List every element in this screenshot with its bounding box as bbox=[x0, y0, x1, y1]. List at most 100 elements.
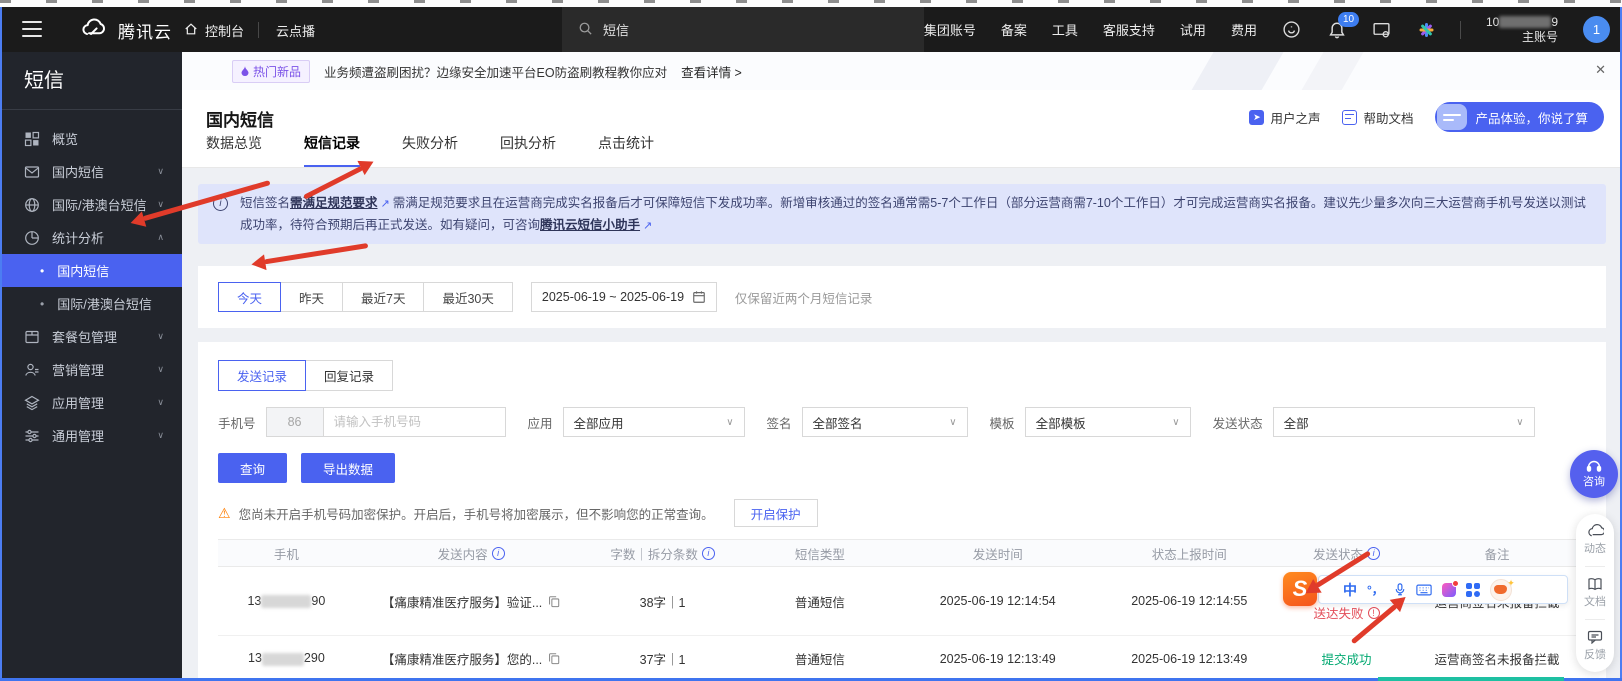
banner-detail-link[interactable]: 查看详情 > bbox=[681, 62, 742, 81]
user-voice-link[interactable]: ➤ 用户之声 bbox=[1249, 108, 1320, 127]
ime-toolbar[interactable]: S 中 °， ✦ bbox=[1318, 575, 1568, 604]
help-docs-label: 帮助文档 bbox=[1363, 108, 1413, 127]
tab-failure-analysis[interactable]: 失败分析 bbox=[402, 133, 458, 167]
sidebar-item-app-mgmt[interactable]: 应用管理 ∨ bbox=[0, 386, 182, 419]
tab-send-records[interactable]: 发送记录 bbox=[218, 360, 306, 391]
nav-group-account[interactable]: 集团账号 bbox=[924, 20, 976, 39]
copy-icon[interactable] bbox=[548, 652, 560, 665]
date-yesterday-button[interactable]: 昨天 bbox=[280, 282, 343, 312]
notification-bell-icon[interactable]: 10 bbox=[1327, 20, 1347, 40]
feed-button[interactable]: 动态 bbox=[1584, 524, 1606, 556]
info-icon[interactable]: i bbox=[702, 547, 715, 560]
copy-icon[interactable] bbox=[548, 595, 560, 608]
info-icon[interactable]: i bbox=[1367, 547, 1380, 560]
headset-icon bbox=[1586, 459, 1602, 472]
docs-button[interactable]: 文档 bbox=[1584, 577, 1606, 609]
ime-mode-chinese[interactable]: 中 bbox=[1343, 580, 1357, 600]
export-button[interactable]: 导出数据 bbox=[301, 453, 395, 483]
sidebar-item-marketing-mgmt[interactable]: 营销管理 ∨ bbox=[0, 353, 182, 386]
alert-requirement-link[interactable]: 需满足规范要求 bbox=[290, 196, 378, 210]
date-today-button[interactable]: 今天 bbox=[218, 282, 281, 312]
feed-label: 动态 bbox=[1584, 540, 1606, 556]
report-time: 2025-06-19 12:14:55 bbox=[1131, 594, 1247, 608]
alert-body: 需满足规范要求且在运营商完成实名报备后才可保障短信下发成功率。新增审核通过的签名… bbox=[240, 196, 1586, 232]
close-icon[interactable]: ✕ bbox=[1595, 62, 1606, 78]
sign-select[interactable]: 全部签名 ∨ bbox=[802, 407, 968, 437]
external-link-icon: ↗ bbox=[643, 220, 652, 232]
app-select[interactable]: 全部应用 ∨ bbox=[563, 407, 745, 437]
table-row[interactable]: 13290 【痛康精准医疗服务】您的... 37字｜1 普通短信 2025-06… bbox=[218, 636, 1586, 681]
sidebar-item-general-mgmt[interactable]: 通用管理 ∨ bbox=[0, 419, 182, 452]
alert-assistant-link[interactable]: 腾讯云短信小助手 bbox=[540, 218, 640, 232]
global-search-input[interactable] bbox=[603, 22, 863, 37]
nav-billing[interactable]: 费用 bbox=[1231, 20, 1257, 39]
sidebar-subitem-domestic-sms[interactable]: • 国内短信 bbox=[0, 254, 182, 287]
window-border-teal-segment bbox=[1378, 677, 1564, 681]
chevron-down-icon: ∨ bbox=[1516, 417, 1523, 428]
sogou-logo-icon[interactable]: S bbox=[1283, 572, 1317, 606]
skin-icon[interactable] bbox=[1442, 583, 1456, 597]
fox-assistant-icon[interactable]: ✦ bbox=[1490, 579, 1512, 601]
sidebar-item-statistics[interactable]: 统计分析 ∧ bbox=[0, 221, 182, 254]
cloud-feed-icon bbox=[1587, 524, 1604, 538]
pie-chart-icon bbox=[24, 230, 40, 246]
sidebar-item-overview[interactable]: 概览 bbox=[0, 122, 182, 155]
tab-receipt-analysis[interactable]: 回执分析 bbox=[500, 133, 556, 167]
date-range-value: 2025-06-19 ~ 2025-06-19 bbox=[542, 290, 684, 304]
info-alert: i 短信签名需满足规范要求↗需满足规范要求且在运营商完成实名报备后才可保障短信下… bbox=[198, 184, 1606, 244]
sidebar-item-intl-sms[interactable]: 国际/港澳台短信 ∨ bbox=[0, 188, 182, 221]
nav-console[interactable]: 控制台 bbox=[184, 21, 244, 40]
query-button[interactable]: 查询 bbox=[218, 453, 287, 483]
nav-right: 集团账号 备案 工具 客服支持 试用 费用 10 bbox=[924, 7, 1610, 52]
sidebar-item-package-mgmt[interactable]: 套餐包管理 ∨ bbox=[0, 320, 182, 353]
send-status-select-value: 全部 bbox=[1284, 413, 1309, 432]
info-icon[interactable]: i bbox=[492, 547, 505, 560]
consult-button[interactable]: 咨询 bbox=[1570, 450, 1618, 498]
phone-blur bbox=[262, 653, 304, 666]
ime-punctuation-icon[interactable]: °， bbox=[1367, 581, 1384, 598]
date-last7-button[interactable]: 最近7天 bbox=[342, 282, 424, 312]
tab-click-stats[interactable]: 点击统计 bbox=[598, 133, 654, 167]
date-range-picker[interactable]: 2025-06-19 ~ 2025-06-19 bbox=[531, 282, 717, 312]
date-filter-card: 今天 昨天 最近7天 最近30天 2025-06-19 ~ 2025-06-19… bbox=[198, 266, 1606, 328]
tab-reply-records[interactable]: 回复记录 bbox=[305, 360, 393, 391]
phone-suffix: 90 bbox=[311, 594, 325, 608]
send-status-select[interactable]: 全部 ∨ bbox=[1273, 407, 1535, 437]
hamburger-menu-icon[interactable] bbox=[22, 21, 42, 37]
phone-input[interactable] bbox=[324, 407, 506, 437]
avatar[interactable]: 1 bbox=[1583, 16, 1610, 43]
home-icon bbox=[184, 22, 198, 39]
panel-settings-icon[interactable] bbox=[1372, 20, 1392, 40]
send-time: 2025-06-19 12:13:49 bbox=[940, 652, 1056, 666]
account-info[interactable]: 109 主账号 bbox=[1486, 15, 1558, 45]
tencent-cloud-brand[interactable]: 腾讯云 bbox=[80, 17, 172, 43]
nav-support[interactable]: 客服支持 bbox=[1103, 20, 1155, 39]
enable-protection-button[interactable]: 开启保护 bbox=[734, 499, 818, 527]
sidebar-item-label: 套餐包管理 bbox=[52, 327, 117, 346]
nav-beian[interactable]: 备案 bbox=[1001, 20, 1027, 39]
feedback-button[interactable]: 反馈 bbox=[1584, 630, 1606, 662]
service-icon[interactable] bbox=[1282, 20, 1302, 40]
chevron-down-icon: ∨ bbox=[726, 417, 733, 428]
keyboard-icon[interactable] bbox=[1416, 584, 1432, 596]
product-experience-button[interactable]: 产品体验，你说了算 bbox=[1435, 102, 1604, 132]
status-failed: 送达失败! bbox=[1314, 603, 1380, 622]
tab-data-overview[interactable]: 数据总览 bbox=[206, 133, 262, 167]
nav-product-recent[interactable]: 云点播 bbox=[276, 21, 315, 40]
fail-info-icon[interactable]: ! bbox=[1368, 607, 1380, 619]
date-last30-button[interactable]: 最近30天 bbox=[423, 282, 512, 312]
nav-tools[interactable]: 工具 bbox=[1052, 20, 1078, 39]
template-select[interactable]: 全部模板 ∨ bbox=[1025, 407, 1191, 437]
globe-icon bbox=[24, 197, 40, 213]
ai-assistant-icon[interactable] bbox=[1417, 21, 1435, 39]
phone-prefix-box[interactable]: 86 bbox=[266, 407, 324, 437]
nav-trial[interactable]: 试用 bbox=[1180, 20, 1206, 39]
microphone-icon[interactable] bbox=[1394, 582, 1406, 597]
sidebar-subitem-intl-sms[interactable]: • 国际/港澳台短信 bbox=[0, 287, 182, 320]
global-search[interactable] bbox=[562, 7, 924, 52]
tab-sms-records[interactable]: 短信记录 bbox=[304, 133, 360, 167]
sidebar-item-domestic-sms[interactable]: 国内短信 ∨ bbox=[0, 155, 182, 188]
ime-menu-grid-icon[interactable] bbox=[1466, 583, 1480, 597]
help-docs-link[interactable]: 帮助文档 bbox=[1342, 108, 1413, 127]
action-row: 查询 导出数据 bbox=[218, 453, 1586, 483]
